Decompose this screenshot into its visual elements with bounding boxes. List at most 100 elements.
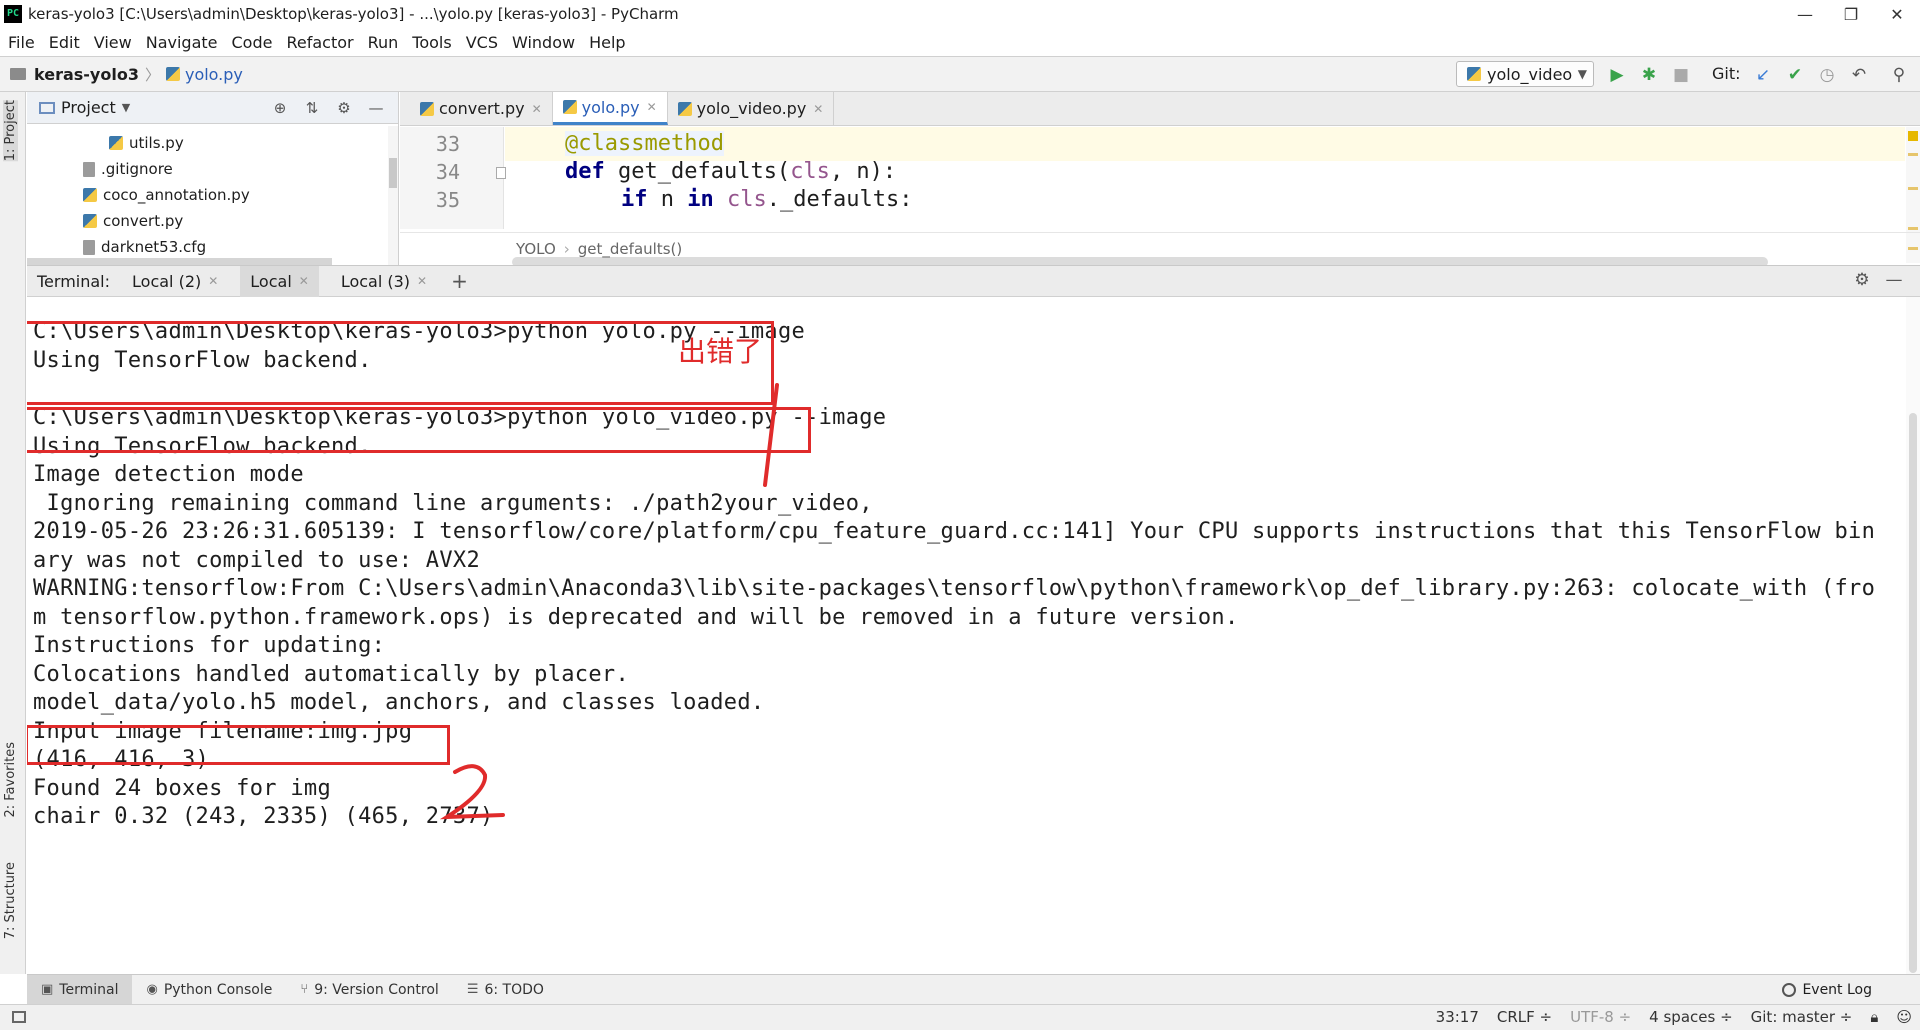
close-tab-icon[interactable]: ✕ — [647, 100, 657, 114]
gear-icon[interactable]: ⚙ — [328, 99, 360, 117]
breadcrumb-separator: › — [563, 240, 570, 258]
tree-item-gitignore[interactable]: .gitignore — [27, 156, 398, 182]
tab-yolo[interactable]: yolo.py ✕ — [552, 92, 668, 125]
scrollbar-thumb[interactable] — [389, 158, 397, 188]
close-tab-icon[interactable]: ✕ — [299, 274, 309, 288]
breadcrumb-project[interactable]: keras-yolo3 — [34, 65, 139, 84]
menu-window[interactable]: Window — [512, 33, 575, 52]
tab-label: yolo_video.py — [696, 99, 807, 118]
breadcrumb-file[interactable]: yolo.py — [185, 65, 243, 84]
python-file-icon — [83, 188, 97, 202]
tool-terminal[interactable]: ▣ Terminal — [27, 974, 133, 1005]
version-control-icon: ⑂ — [300, 982, 309, 997]
menu-navigate[interactable]: Navigate — [146, 33, 218, 52]
breadcrumb-class[interactable]: YOLO — [516, 240, 556, 258]
title-bar: PC keras-yolo3 [C:\Users\admin\Desktop\k… — [0, 0, 1920, 28]
code-area[interactable]: 33 34 35 @classmethod def get_defaults(c… — [400, 127, 1905, 267]
terminal-tab-local[interactable]: Local ✕ — [240, 265, 319, 297]
git-commit-icon[interactable]: ✔ — [1784, 64, 1806, 86]
left-tool-strip: 1: Project 2: Favorites 7: Structure — [0, 92, 26, 974]
close-tab-icon[interactable]: ✕ — [813, 102, 823, 116]
tree-item-convert[interactable]: convert.py — [27, 208, 398, 234]
tab-yolo-video[interactable]: yolo_video.py ✕ — [668, 92, 835, 125]
python-file-icon — [109, 136, 123, 150]
favorites-tool-tab[interactable]: 2: Favorites — [3, 742, 18, 818]
stripe-marker[interactable] — [1908, 187, 1918, 190]
project-tool-tab[interactable]: 1: Project — [3, 100, 18, 162]
git-update-icon[interactable]: ↙ — [1752, 64, 1774, 86]
revert-icon[interactable]: ↶ — [1848, 64, 1870, 86]
project-panel-title[interactable]: Project — [61, 98, 116, 117]
locate-icon[interactable]: ⊕ — [264, 99, 296, 117]
line-separator[interactable]: CRLF ÷ — [1497, 1008, 1552, 1026]
structure-tool-tab[interactable]: 7: Structure — [3, 862, 18, 939]
search-icon[interactable]: ⚲ — [1888, 64, 1910, 86]
terminal-vertical-scrollbar[interactable] — [1906, 297, 1920, 974]
scrollbar-thumb[interactable] — [1909, 413, 1917, 973]
inspection-status-icon[interactable] — [1908, 131, 1918, 141]
hide-icon[interactable]: — — [360, 99, 392, 117]
menu-vcs[interactable]: VCS — [466, 33, 498, 52]
terminal-tab-local-2[interactable]: Local (2) ✕ — [122, 266, 228, 297]
run-configuration-select[interactable]: yolo_video ▼ — [1456, 61, 1594, 87]
close-button[interactable]: ✕ — [1874, 0, 1920, 28]
caret-position[interactable]: 33:17 — [1436, 1008, 1479, 1026]
inspector-icon[interactable]: ☺ — [1896, 1008, 1912, 1026]
gear-icon[interactable]: ⚙ — [1846, 270, 1878, 290]
lock-icon[interactable]: 🔒︎ — [1870, 1008, 1878, 1026]
hide-icon[interactable]: — — [1878, 270, 1910, 290]
project-vertical-scrollbar[interactable] — [388, 126, 398, 265]
history-icon[interactable]: ◷ — [1816, 64, 1838, 86]
tree-item-utils[interactable]: utils.py — [27, 130, 398, 156]
close-tab-icon[interactable]: ✕ — [532, 102, 542, 116]
close-tab-icon[interactable]: ✕ — [417, 274, 427, 288]
tab-convert[interactable]: convert.py ✕ — [410, 92, 553, 125]
git-branch[interactable]: Git: master ÷ — [1751, 1008, 1853, 1026]
indent-setting[interactable]: 4 spaces ÷ — [1649, 1008, 1732, 1026]
tree-item-darknet53[interactable]: darknet53.cfg — [27, 234, 398, 260]
chevron-down-icon[interactable]: ▼ — [122, 101, 130, 114]
menu-code[interactable]: Code — [232, 33, 273, 52]
stripe-marker[interactable] — [1908, 227, 1918, 230]
menu-refactor[interactable]: Refactor — [286, 33, 353, 52]
menu-bar: File Edit View Navigate Code Refactor Ru… — [0, 28, 1920, 56]
git-label: Git: — [1712, 64, 1741, 83]
project-horizontal-scrollbar[interactable] — [27, 258, 332, 265]
collapse-all-icon[interactable]: ⇅ — [296, 99, 328, 117]
terminal-tab-local-3[interactable]: Local (3) ✕ — [331, 266, 437, 297]
run-icon[interactable]: ▶ — [1606, 64, 1628, 86]
keyword-token: if — [621, 187, 648, 212]
stripe-marker[interactable] — [1908, 153, 1918, 156]
code-token: n — [647, 187, 688, 212]
terminal-output[interactable]: C:\Users\admin\Desktop\keras-yolo3>pytho… — [27, 297, 1920, 974]
menu-view[interactable]: View — [94, 33, 132, 52]
file-encoding[interactable]: UTF-8 ÷ — [1570, 1008, 1631, 1026]
tool-python-console[interactable]: ◉ Python Console — [132, 975, 286, 1005]
event-log-label: Event Log — [1802, 982, 1872, 998]
menu-edit[interactable]: Edit — [49, 33, 80, 52]
toggle-tool-windows-icon[interactable] — [12, 1011, 26, 1023]
close-tab-icon[interactable]: ✕ — [208, 274, 218, 288]
tool-version-control[interactable]: ⑂ 9: Version Control — [286, 975, 452, 1005]
debug-icon[interactable]: ✱ — [1638, 64, 1660, 86]
stop-icon[interactable]: ■ — [1670, 64, 1692, 86]
tool-todo[interactable]: ☰ 6: TODO — [453, 975, 558, 1005]
breadcrumb-method[interactable]: get_defaults() — [578, 240, 682, 258]
status-bar: 33:17 CRLF ÷ UTF-8 ÷ 4 spaces ÷ Git: mas… — [0, 1004, 1920, 1030]
tool-label: Python Console — [163, 981, 273, 998]
text-file-icon — [83, 161, 95, 177]
restore-button[interactable]: ❐ — [1828, 0, 1874, 28]
new-terminal-icon[interactable]: + — [451, 269, 468, 293]
tree-item-coco-annotation[interactable]: coco_annotation.py — [27, 182, 398, 208]
project-view-icon — [39, 101, 55, 114]
tool-event-log[interactable]: Event Log — [1782, 975, 1872, 1005]
project-panel-header: Project ▼ ⊕ ⇅ ⚙ — — [27, 92, 398, 124]
menu-tools[interactable]: Tools — [412, 33, 451, 52]
keyword-token: def — [565, 159, 605, 184]
fold-marker-icon[interactable] — [496, 167, 506, 179]
minimize-button[interactable]: — — [1782, 0, 1828, 28]
line-number: 33 — [435, 132, 460, 156]
menu-file[interactable]: File — [8, 33, 35, 52]
menu-run[interactable]: Run — [368, 33, 399, 52]
menu-help[interactable]: Help — [589, 33, 625, 52]
